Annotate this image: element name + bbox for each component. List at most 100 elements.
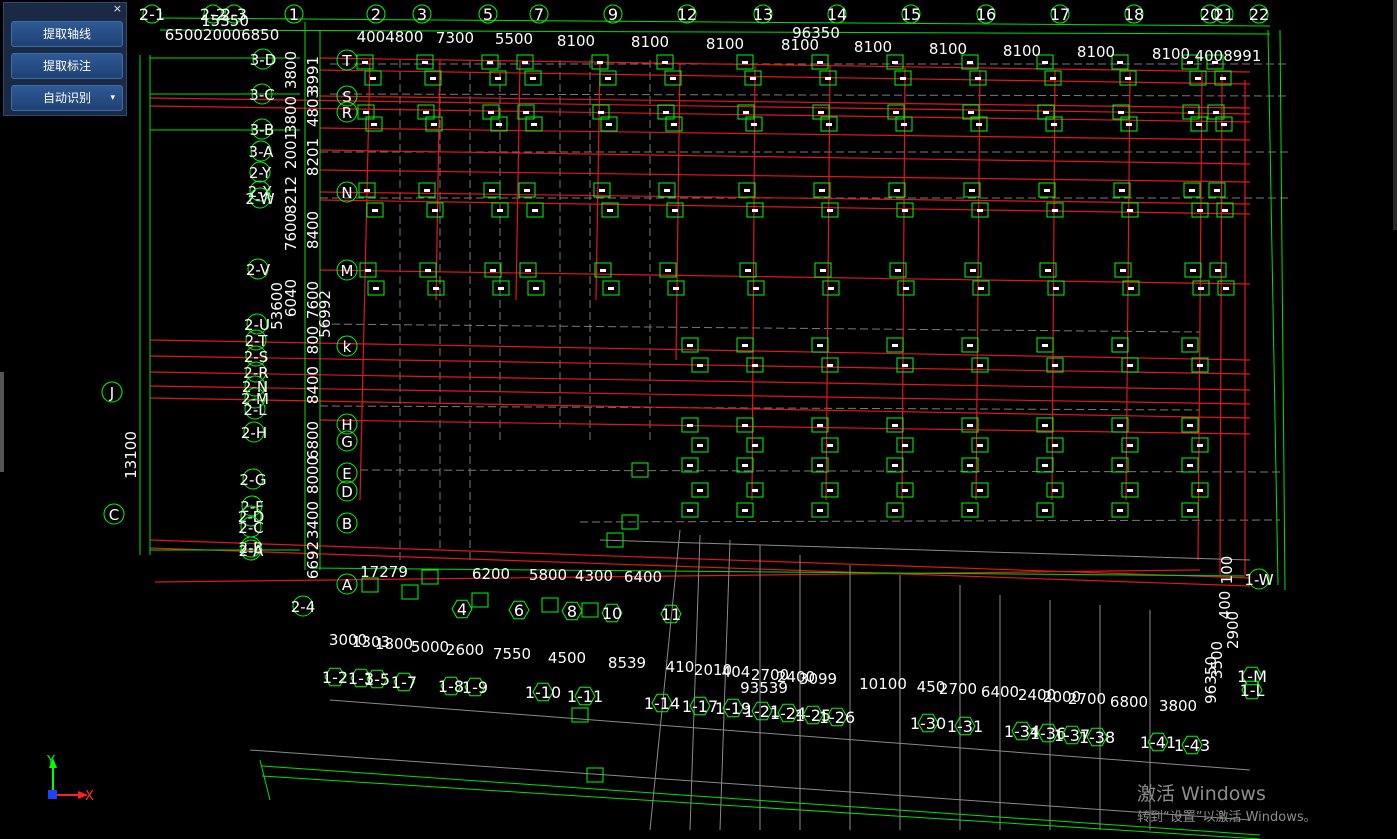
extract-axis-button[interactable]: 提取轴线 bbox=[11, 21, 123, 47]
column-marker-tag bbox=[893, 111, 899, 114]
column-marker-tag bbox=[1117, 344, 1123, 347]
column-marker-tag bbox=[424, 189, 430, 192]
column-marker-tag bbox=[751, 123, 757, 126]
top-grid-label: 16 bbox=[976, 5, 996, 24]
top-dim-label: 8100 bbox=[781, 36, 819, 54]
vertical-dim-label: 13100 bbox=[122, 431, 140, 479]
bottom-dim-label: 6800 bbox=[1110, 693, 1148, 711]
ucs-axis-icon: Y X bbox=[46, 754, 94, 804]
row-axis-label: 1-W bbox=[1244, 571, 1273, 589]
top-grid-label: 15 bbox=[901, 5, 921, 24]
column-marker-tag bbox=[901, 123, 907, 126]
row-axis-label: 3-C bbox=[249, 86, 274, 104]
row-axis-label: 2-Y bbox=[249, 164, 272, 182]
vertical-dim-label: 3800 bbox=[282, 96, 300, 134]
column-marker-tag bbox=[1198, 287, 1204, 290]
column-marker-tag bbox=[817, 424, 823, 427]
column-marker-tag bbox=[752, 489, 758, 492]
vertical-dim-label: 8400 bbox=[304, 211, 322, 249]
column-marker-tag bbox=[697, 489, 703, 492]
column-marker-tag bbox=[432, 209, 438, 212]
column-marker-tag bbox=[532, 209, 538, 212]
bottom-grid-label: 1-17 bbox=[682, 697, 718, 716]
column-marker-tag bbox=[1052, 444, 1058, 447]
cad-viewport[interactable]: 2-1 2-22-3 1 2 3 5 7 9 12 13 14 15 16 17 18 2021 22 1535… bbox=[0, 0, 1397, 839]
column-marker-tag bbox=[742, 464, 748, 467]
bottom-dim-label: 1800 bbox=[375, 635, 413, 653]
column-marker bbox=[401, 584, 419, 600]
column-marker-tag bbox=[599, 189, 605, 192]
column-marker-tag bbox=[663, 111, 669, 114]
bottom-dim-label: 2700 bbox=[1068, 690, 1106, 708]
column-marker-tag bbox=[1214, 189, 1220, 192]
column-marker bbox=[471, 592, 489, 608]
column-marker-tag bbox=[828, 287, 834, 290]
column-marker-tag bbox=[892, 61, 898, 64]
auto-detect-dropdown[interactable]: 自动识别 ▾ bbox=[11, 85, 123, 111]
column-marker-tag bbox=[1117, 61, 1123, 64]
row-axis-label: M bbox=[341, 262, 354, 280]
column-marker-tag bbox=[370, 77, 376, 80]
top-grid-label: 7 bbox=[534, 5, 544, 24]
column-marker-tag bbox=[363, 111, 369, 114]
column-marker-tag bbox=[892, 464, 898, 467]
column-marker-tag bbox=[605, 77, 611, 80]
column-marker-tag bbox=[752, 364, 758, 367]
column-marker-tag bbox=[827, 364, 833, 367]
column-marker-tag bbox=[827, 444, 833, 447]
column-marker-tag bbox=[687, 509, 693, 512]
vertical-dim-label: 6800 bbox=[304, 421, 322, 459]
vertical-dim-label: 6040 bbox=[282, 279, 300, 317]
column-marker bbox=[581, 602, 599, 618]
vertical-dim-label: 800 bbox=[304, 326, 322, 355]
row-axis-label: 2-A bbox=[239, 542, 265, 560]
column-marker-tag bbox=[977, 209, 983, 212]
top-dim-label: 8100 bbox=[929, 40, 967, 58]
bottom-grid-label: 1-8 bbox=[438, 677, 464, 696]
vertical-dim-label: 8400 bbox=[304, 366, 322, 404]
row-axis-label: 2-G bbox=[239, 471, 266, 489]
top-grid-label: 17 bbox=[1050, 5, 1070, 24]
close-icon[interactable]: × bbox=[113, 3, 122, 15]
column-marker-tag bbox=[1187, 424, 1193, 427]
column-marker-tag bbox=[365, 269, 371, 272]
row-axis-label: 2-W bbox=[245, 190, 274, 208]
extract-dims-button[interactable]: 提取标注 bbox=[11, 53, 123, 79]
top-grid-label: 2 bbox=[371, 5, 381, 24]
column-marker-tag bbox=[752, 209, 758, 212]
column-marker-tag bbox=[743, 111, 749, 114]
vertical-dim-label: 7600 bbox=[282, 213, 300, 251]
column-marker-tag bbox=[1223, 287, 1229, 290]
column-marker-tag bbox=[745, 269, 751, 272]
vertical-dim-label: 8000 bbox=[304, 456, 322, 494]
column-marker-tag bbox=[1053, 287, 1059, 290]
column-marker-tag bbox=[1187, 344, 1193, 347]
bottom-grid-label: 1-5 bbox=[364, 670, 390, 689]
column-marker-tag bbox=[430, 77, 436, 80]
column-marker-tag bbox=[1042, 509, 1048, 512]
bottom-grid-label: 1-30 bbox=[910, 714, 946, 733]
activation-watermark-subtitle: 转到“设置”以激活 Windows。 bbox=[1137, 810, 1317, 825]
column-marker-tag bbox=[1187, 509, 1193, 512]
bottom-dim-label: 4500 bbox=[548, 649, 586, 667]
column-marker-tag bbox=[687, 344, 693, 347]
row-axis-label: 2-4 bbox=[291, 598, 316, 616]
tool-panel: × 提取轴线 提取标注 自动识别 ▾ bbox=[3, 2, 127, 116]
row-axis-label: A bbox=[342, 576, 353, 594]
bottom-dim-label: 3800 bbox=[1159, 697, 1197, 715]
bottom-dim-label: 7550 bbox=[493, 645, 531, 663]
column-marker-tag bbox=[818, 111, 824, 114]
row-axis-label: 2-L bbox=[243, 401, 267, 419]
column-marker-tag bbox=[903, 287, 909, 290]
bottom-dim-label: 6400 bbox=[624, 568, 662, 586]
column-marker-tag bbox=[978, 287, 984, 290]
column-marker-tag bbox=[976, 123, 982, 126]
column-marker-tag bbox=[1195, 77, 1201, 80]
column-marker-tag bbox=[1221, 123, 1227, 126]
bottom-grid-label: 1-10 bbox=[525, 683, 561, 702]
bottom-grid-label: 1-26 bbox=[819, 708, 855, 727]
column-marker-tag bbox=[892, 424, 898, 427]
top-dim-label: 8100 bbox=[1003, 42, 1041, 60]
column-marker-tag bbox=[825, 77, 831, 80]
column-marker-tag bbox=[826, 123, 832, 126]
